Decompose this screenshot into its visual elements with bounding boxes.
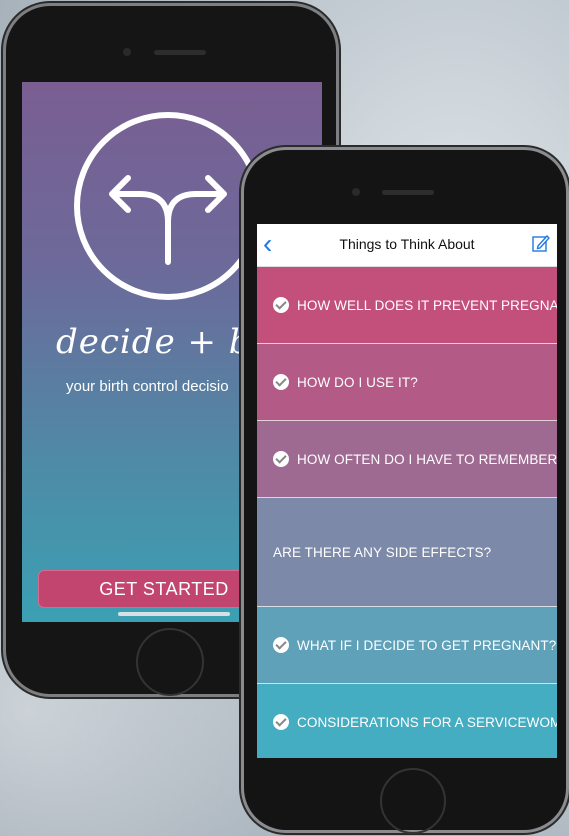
topic-label: HOW DO I USE IT? — [297, 374, 418, 390]
topic-row[interactable]: HOW WELL DOES IT PREVENT PREGNANCY? — [257, 267, 557, 344]
home-button[interactable] — [136, 628, 204, 696]
topic-label: HOW OFTEN DO I HAVE TO REMEMBER IT? — [297, 451, 557, 467]
topic-label: HOW WELL DOES IT PREVENT PREGNANCY? — [297, 297, 557, 313]
earpiece — [154, 50, 206, 55]
checkmark-icon — [273, 297, 289, 313]
topic-row[interactable]: WHAT IF I DECIDE TO GET PREGNANT? — [257, 607, 557, 684]
earpiece — [382, 190, 434, 195]
checkmark-icon — [273, 374, 289, 390]
page-title: Things to Think About — [339, 236, 475, 252]
front-camera — [352, 188, 360, 196]
checkmark-icon — [273, 451, 289, 467]
topic-label: CONSIDERATIONS FOR A SERVICEWOMAN — [297, 714, 557, 730]
topic-label: ARE THERE ANY SIDE EFFECTS? — [273, 544, 492, 560]
home-indicator — [118, 612, 230, 616]
subtitle: your birth control decisio — [66, 378, 229, 395]
topic-row[interactable]: HOW OFTEN DO I HAVE TO REMEMBER IT? — [257, 421, 557, 498]
phone-topics: ‹ Things to Think About HOW WELL DOES IT… — [244, 150, 566, 834]
compose-icon[interactable] — [531, 233, 551, 253]
nav-bar: ‹ Things to Think About — [257, 224, 557, 267]
topic-row[interactable]: CONSIDERATIONS FOR A SERVICEWOMAN — [257, 684, 557, 758]
checkmark-icon — [273, 637, 289, 653]
front-camera — [123, 48, 131, 56]
topic-label: WHAT IF I DECIDE TO GET PREGNANT? — [297, 637, 557, 653]
topic-row[interactable]: HOW DO I USE IT? — [257, 344, 557, 421]
topic-list: HOW WELL DOES IT PREVENT PREGNANCY? HOW D… — [257, 267, 557, 758]
home-button[interactable] — [380, 768, 446, 834]
checkmark-icon — [273, 714, 289, 730]
topics-screen: ‹ Things to Think About HOW WELL DOES IT… — [257, 224, 557, 758]
topic-row[interactable]: ARE THERE ANY SIDE EFFECTS? — [257, 498, 557, 607]
split-arrow-icon — [109, 175, 227, 265]
